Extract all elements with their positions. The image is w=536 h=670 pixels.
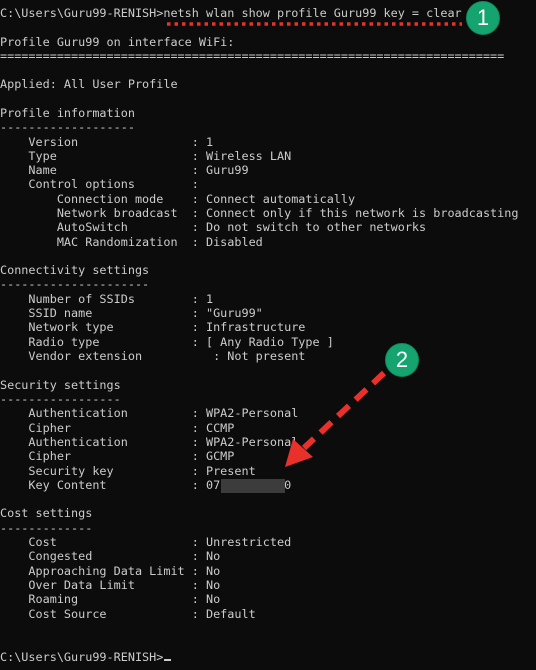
output-line: Security key : Present (0, 464, 256, 478)
output-line: Vendor extension : Not present (0, 349, 306, 363)
section-underline: ------------- (0, 521, 93, 535)
section-underline: ------------------- (0, 120, 135, 134)
output-line: Version : 1 (0, 135, 214, 149)
section-underline: ----------------- (0, 392, 121, 406)
output-line: Radio type : [ Any Radio Type ] (0, 335, 334, 349)
redacted-key-block (221, 479, 285, 493)
output-line: Number of SSIDs : 1 (0, 292, 214, 306)
output-line: Network type : Infrastructure (0, 320, 306, 334)
step-badge-1: 1 (466, 1, 500, 35)
output-line: Cipher : CCMP (0, 421, 235, 435)
output-line: Applied: All User Profile (0, 77, 178, 91)
step-badge-2: 2 (385, 343, 419, 377)
output-line: Network broadcast : Connect only if this… (0, 206, 519, 220)
command-line: C:\Users\Guru99-RENISH>netsh wlan show p… (0, 6, 462, 20)
output-line: Cipher : GCMP (0, 449, 235, 463)
output-line: SSID name : "Guru99" (0, 306, 263, 320)
output-line: Over Data Limit : No (0, 578, 221, 592)
separator-line: ========================================… (0, 49, 505, 63)
output-line: AutoSwitch : Do not switch to other netw… (0, 220, 427, 234)
prompt-line[interactable]: C:\Users\Guru99-RENISH> (0, 650, 163, 664)
output-line: Authentication : WPA2-Personal (0, 435, 299, 449)
annotation-dashed-arrow-shaft (301, 370, 387, 451)
output-line: Profile Guru99 on interface WiFi: (0, 35, 235, 49)
output-line: Cost : Unrestricted (0, 535, 292, 549)
section-heading-connectivity-settings: Connectivity settings (0, 263, 150, 277)
output-line: Type : Wireless LAN (0, 149, 292, 163)
output-line: Connection mode : Connect automatically (0, 192, 356, 206)
output-line: Roaming : No (0, 592, 221, 606)
section-underline: --------------------- (0, 277, 150, 291)
section-heading-profile-information: Profile information (0, 106, 135, 120)
output-line: Cost Source : Default (0, 607, 256, 621)
output-line: Control options : (0, 177, 199, 191)
output-line: Name : Guru99 (0, 163, 249, 177)
command-prompt-window[interactable]: C:\Users\Guru99-RENISH>netsh wlan show p… (0, 0, 536, 670)
output-line: MAC Randomization : Disabled (0, 235, 263, 249)
section-heading-security-settings: Security settings (0, 378, 121, 392)
output-line: Congested : No (0, 549, 221, 563)
section-heading-cost-settings: Cost settings (0, 506, 93, 520)
text-cursor (164, 659, 171, 661)
output-line: Authentication : WPA2-Personal (0, 406, 299, 420)
output-line: Approaching Data Limit : No (0, 564, 221, 578)
